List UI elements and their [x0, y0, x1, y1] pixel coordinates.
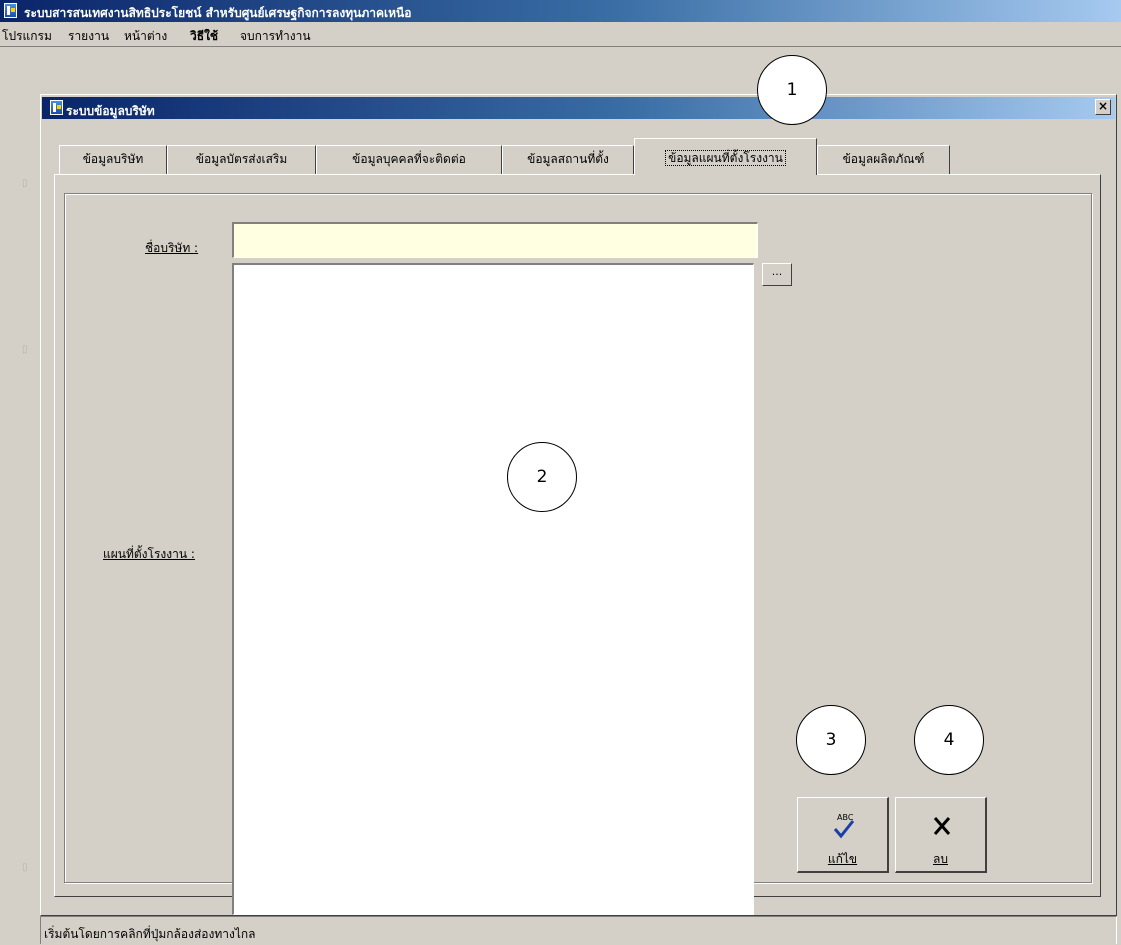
callout-1: 1	[757, 55, 827, 125]
tab-factory-map[interactable]: ข้อมูลแผนที่ตั้งโรงงาน	[634, 138, 817, 175]
tab-location[interactable]: ข้อมูลสถานที่ตั้ง	[502, 145, 634, 175]
background-artifact: ▯	[22, 178, 28, 189]
tab-company-info[interactable]: ข้อมูลบริษัท	[59, 145, 167, 175]
tab-label: ข้อมูลแผนที่ตั้งโรงงาน	[665, 150, 786, 166]
menu-report[interactable]: รายงาน	[68, 27, 109, 46]
close-icon: ×	[1097, 99, 1109, 113]
callout-2: 2	[507, 442, 577, 512]
window-title: ระบบข้อมูลบริษัท	[66, 104, 155, 118]
factory-map-image-box[interactable]	[232, 263, 754, 915]
x-delete-icon	[933, 817, 951, 835]
menu-program[interactable]: โปรแกรม	[2, 27, 52, 46]
tab-label: ข้อมูลบัตรส่งเสริม	[195, 152, 288, 166]
tab-promotion-card[interactable]: ข้อมูลบัตรส่งเสริม	[167, 145, 316, 175]
tab-contact-person[interactable]: ข้อมูลบุคคลที่จะติดต่อ	[316, 145, 502, 175]
tab-label: ข้อมูลสถานที่ตั้ง	[527, 152, 609, 166]
factory-map-label: แผนที่ตั้งโรงงาน :	[103, 547, 195, 561]
callout-4: 4	[914, 705, 984, 775]
background-artifact: ▯	[22, 862, 28, 873]
tab-label: ข้อมูลบริษัท	[82, 152, 144, 166]
delete-label: ลบ	[933, 852, 948, 866]
menu-bar: โปรแกรม รายงาน หน้าต่าง วิธีใช้ จบการทำง…	[0, 22, 1121, 44]
spellcheck-icon: ABC	[833, 813, 855, 839]
window-icon	[50, 100, 63, 115]
svg-text:ABC: ABC	[837, 813, 854, 822]
app-icon	[4, 3, 17, 18]
company-name-label: ชื่อบริษัท :	[145, 241, 199, 255]
browse-button[interactable]: ...	[762, 263, 792, 286]
app-title-bar: ระบบสารสนเทศงานสิทธิประโยชน์ สำหรับศูนย์…	[0, 0, 1121, 22]
status-text: เริ่มต้นโดยการคลิกที่ปุ่มกล้องส่องทางไกล	[44, 927, 256, 941]
tab-product[interactable]: ข้อมูลผลิตภัณฑ์	[817, 145, 950, 175]
background-artifact: ▯	[22, 344, 28, 355]
window-title-bar[interactable]: ระบบข้อมูลบริษัท	[42, 97, 1115, 119]
company-name-input[interactable]	[232, 222, 758, 258]
callout-3: 3	[796, 705, 866, 775]
menu-help[interactable]: วิธีใช้	[190, 27, 218, 46]
app-title: ระบบสารสนเทศงานสิทธิประโยชน์ สำหรับศูนย์…	[24, 6, 412, 20]
edit-button[interactable]: ABC แก้ไข	[797, 797, 889, 873]
tab-label: ข้อมูลบุคคลที่จะติดต่อ	[352, 152, 466, 166]
delete-button[interactable]: ลบ	[895, 797, 987, 873]
menu-exit[interactable]: จบการทำงาน	[240, 27, 311, 46]
edit-label: แก้ไข	[827, 852, 858, 866]
tab-label: ข้อมูลผลิตภัณฑ์	[842, 152, 925, 166]
status-bar: เริ่มต้นโดยการคลิกที่ปุ่มกล้องส่องทางไกล	[40, 916, 1117, 944]
menu-window[interactable]: หน้าต่าง	[124, 27, 167, 46]
close-button[interactable]: ×	[1095, 99, 1111, 115]
